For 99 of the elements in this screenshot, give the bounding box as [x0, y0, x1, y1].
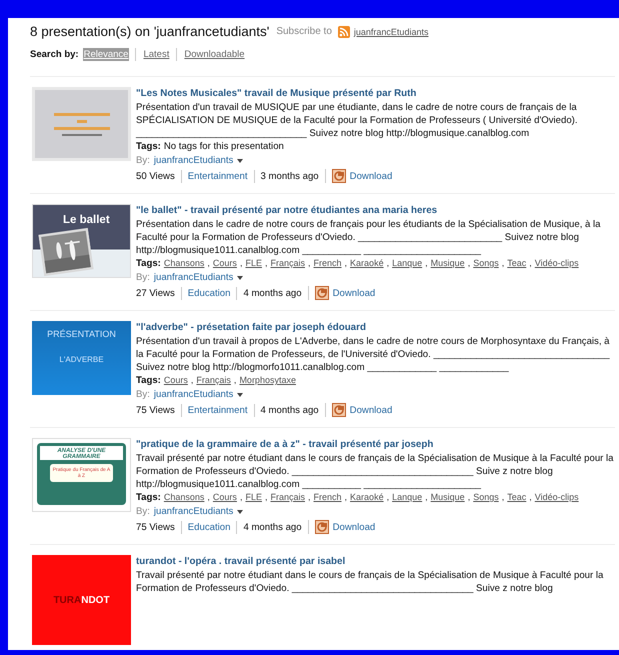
tag-separator: ,	[344, 257, 348, 270]
tag-link[interactable]: Chansons	[164, 491, 204, 504]
category-link[interactable]: Entertainment	[180, 170, 248, 182]
presentation-description: Travail présenté par notre étudiant dans le cours de français de la Spécialisation de Musique à Faculté pour la Formation de Professeurs d'Oviedo. __________________________________ Suive z notre blog	[136, 569, 604, 595]
presentation-description: Travail présenté par notre étudiant dans le cours de français de la Spécialisation de Musique à la Faculté pour la Formation de Professeurs d'Oviedo. __________________________________ Suive z notre blog http://blogmusique1011.canalblog.com ___________ ______________________	[136, 452, 614, 491]
slide-subtitle: L'ADVERBE	[59, 355, 104, 364]
tag-link[interactable]: Chansons	[164, 257, 204, 270]
download-link[interactable]: Download	[350, 404, 392, 416]
slide-title: PRÉSENTATION	[47, 329, 116, 339]
tag-link[interactable]: Musique	[430, 491, 465, 504]
presentation-title[interactable]: "l'adverbe" - présetation faite par joseph édouard	[136, 321, 615, 334]
tag-separator: ,	[240, 257, 242, 270]
tag-link[interactable]: Teac	[507, 491, 526, 504]
sort-option[interactable]: Downloadable	[176, 48, 246, 61]
tag-link[interactable]: French	[314, 491, 342, 504]
tag-link[interactable]: Teac	[507, 257, 526, 270]
tags-label: Tags:	[136, 374, 161, 387]
tag-separator: ,	[529, 257, 532, 270]
author-link[interactable]: juanfrancEtudiants	[154, 388, 234, 401]
download-link[interactable]: Download	[350, 170, 392, 182]
tag-link[interactable]: FLE	[245, 491, 262, 504]
tag-separator: ,	[386, 491, 390, 504]
tag-link[interactable]: Français	[270, 491, 305, 504]
tag-link[interactable]: Français	[270, 257, 305, 270]
tag-separator: ,	[234, 374, 236, 387]
presentation-title[interactable]: "pratique de la grammaire de a à z" - travail présenté par joseph	[136, 438, 615, 451]
tag-link[interactable]: Cours	[164, 374, 188, 387]
download-link[interactable]: Download	[332, 520, 376, 534]
by-label: By:	[136, 271, 150, 284]
tag-link[interactable]: Musique	[430, 257, 465, 270]
author-link[interactable]: juanfrancEtudiants	[154, 154, 234, 167]
tag-separator: ,	[529, 491, 532, 504]
tag-link[interactable]: Cours	[212, 257, 237, 270]
tag-link[interactable]: Cours	[212, 491, 237, 504]
tag-link[interactable]: Vidéo-clips	[534, 491, 579, 504]
subscribe-label: Subscribe to	[276, 26, 332, 37]
search-by-label: Search by:	[30, 49, 79, 60]
tags-label: Tags:	[136, 257, 161, 270]
by-label: By:	[136, 388, 150, 401]
upload-age: 4 months ago	[254, 404, 319, 416]
category-link[interactable]: Education	[180, 286, 230, 300]
tag-separator: ,	[502, 491, 504, 504]
tag-separator: ,	[386, 257, 390, 270]
by-label: By:	[136, 154, 150, 167]
tag-link[interactable]: Lanque	[392, 257, 422, 270]
tag-link[interactable]: FLE	[245, 257, 262, 270]
slide-thumbnail[interactable]: Le ballet	[32, 204, 131, 278]
presentation-description: Présentation d'un travail à propos de L'Adverbe, dans le cadre de notre cours de Morphosyntaxe du Français, à la Faculté pour la Formation de Professeurs, de l'Université d'Oviedo. _________________________________ Suivez notre blog http://blogmorfo1011.canalblog.com _____________ _____________	[136, 335, 611, 374]
slide-title: Le ballet	[63, 214, 110, 226]
tag-separator: ,	[468, 257, 470, 270]
tags-label: Tags:	[136, 491, 161, 504]
page-heading: 8 presentation(s) on 'juanfrancetudiants'	[30, 24, 270, 39]
no-tags-text: No tags for this presentation	[164, 140, 284, 153]
by-label: By:	[136, 505, 150, 518]
view-count: 50 Views	[136, 170, 175, 182]
tag-link[interactable]: Karaoké	[350, 491, 384, 504]
presentation-title[interactable]: turandot - l'opéra . travail présenté par isabel	[136, 555, 615, 568]
tag-link[interactable]: Vidéo-clips	[534, 257, 579, 270]
tag-separator: ,	[468, 491, 470, 504]
author-link[interactable]: juanfrancEtudiants	[154, 505, 234, 518]
presentation-title[interactable]: "le ballet" - travail présenté par notre étudiantes ana maria heres	[136, 204, 615, 217]
category-link[interactable]: Education	[180, 520, 230, 534]
slide-title: TURANDOT	[53, 594, 110, 606]
tag-link[interactable]: Lanque	[392, 491, 422, 504]
author-link[interactable]: juanfrancEtudiants	[154, 271, 234, 284]
tag-link[interactable]: Morphosytaxe	[239, 374, 296, 387]
presentation-title[interactable]: "Les Notes Musicales" travail de Musique présenté par Ruth	[136, 87, 615, 100]
upload-age: 3 months ago	[254, 170, 319, 182]
upload-age: 4 months ago	[236, 286, 302, 300]
tag-separator: ,	[344, 491, 348, 504]
tags-label: Tags:	[136, 140, 161, 153]
view-count: 27 Views	[136, 286, 175, 300]
tag-link[interactable]: Songs	[473, 491, 499, 504]
upload-age: 4 months ago	[236, 520, 302, 534]
sort-option[interactable]: Latest	[135, 48, 170, 61]
tag-link[interactable]: French	[314, 257, 342, 270]
slide-thumbnail[interactable]: TURANDOT	[32, 555, 131, 645]
download-link[interactable]: Download	[332, 286, 376, 300]
tag-separator: ,	[502, 257, 504, 270]
channel-link[interactable]: juanfrancEtudiants	[354, 26, 428, 36]
tag-separator: ,	[240, 491, 242, 504]
tag-separator: ,	[308, 491, 311, 504]
view-count: 75 Views	[136, 520, 175, 534]
presentation-description: Présentation dans le cadre de notre cours de français pour les étudiants de la Spécialisation de Musique, à la Faculté pour la Formation de Professeurs d'Oviedo. ___________________________ Suivez notre blog http://blogmusique1011.canalblog.com ___________ ______________________	[136, 218, 602, 257]
slide-thumbnail[interactable]: PRÉSENTATION L'ADVERBE	[32, 321, 131, 395]
tag-separator: ,	[207, 257, 210, 270]
tag-link[interactable]: Songs	[473, 257, 499, 270]
tag-separator: ,	[264, 257, 268, 270]
tag-link[interactable]: Karaoké	[350, 257, 384, 270]
tag-separator: ,	[308, 257, 311, 270]
tag-separator: ,	[425, 257, 428, 270]
tag-link[interactable]: Français	[196, 374, 231, 387]
view-count: 75 Views	[136, 404, 175, 416]
tag-separator: ,	[425, 491, 428, 504]
category-link[interactable]: Entertainment	[180, 404, 248, 416]
tag-separator: ,	[190, 374, 194, 387]
tag-separator: ,	[207, 491, 210, 504]
presentation-description: Présentation d'un travail de MUSIQUE par une étudiante, dans le cadre de notre cours de français de la SPÉCIALISATION DE MUSIQUE de la Faculté pour la Formation de Professeurs ( Université d'Oviedo). ________________________________ Suivez notre blog http://blogmusique.canalblog.com	[136, 101, 579, 140]
tag-separator: ,	[264, 491, 268, 504]
